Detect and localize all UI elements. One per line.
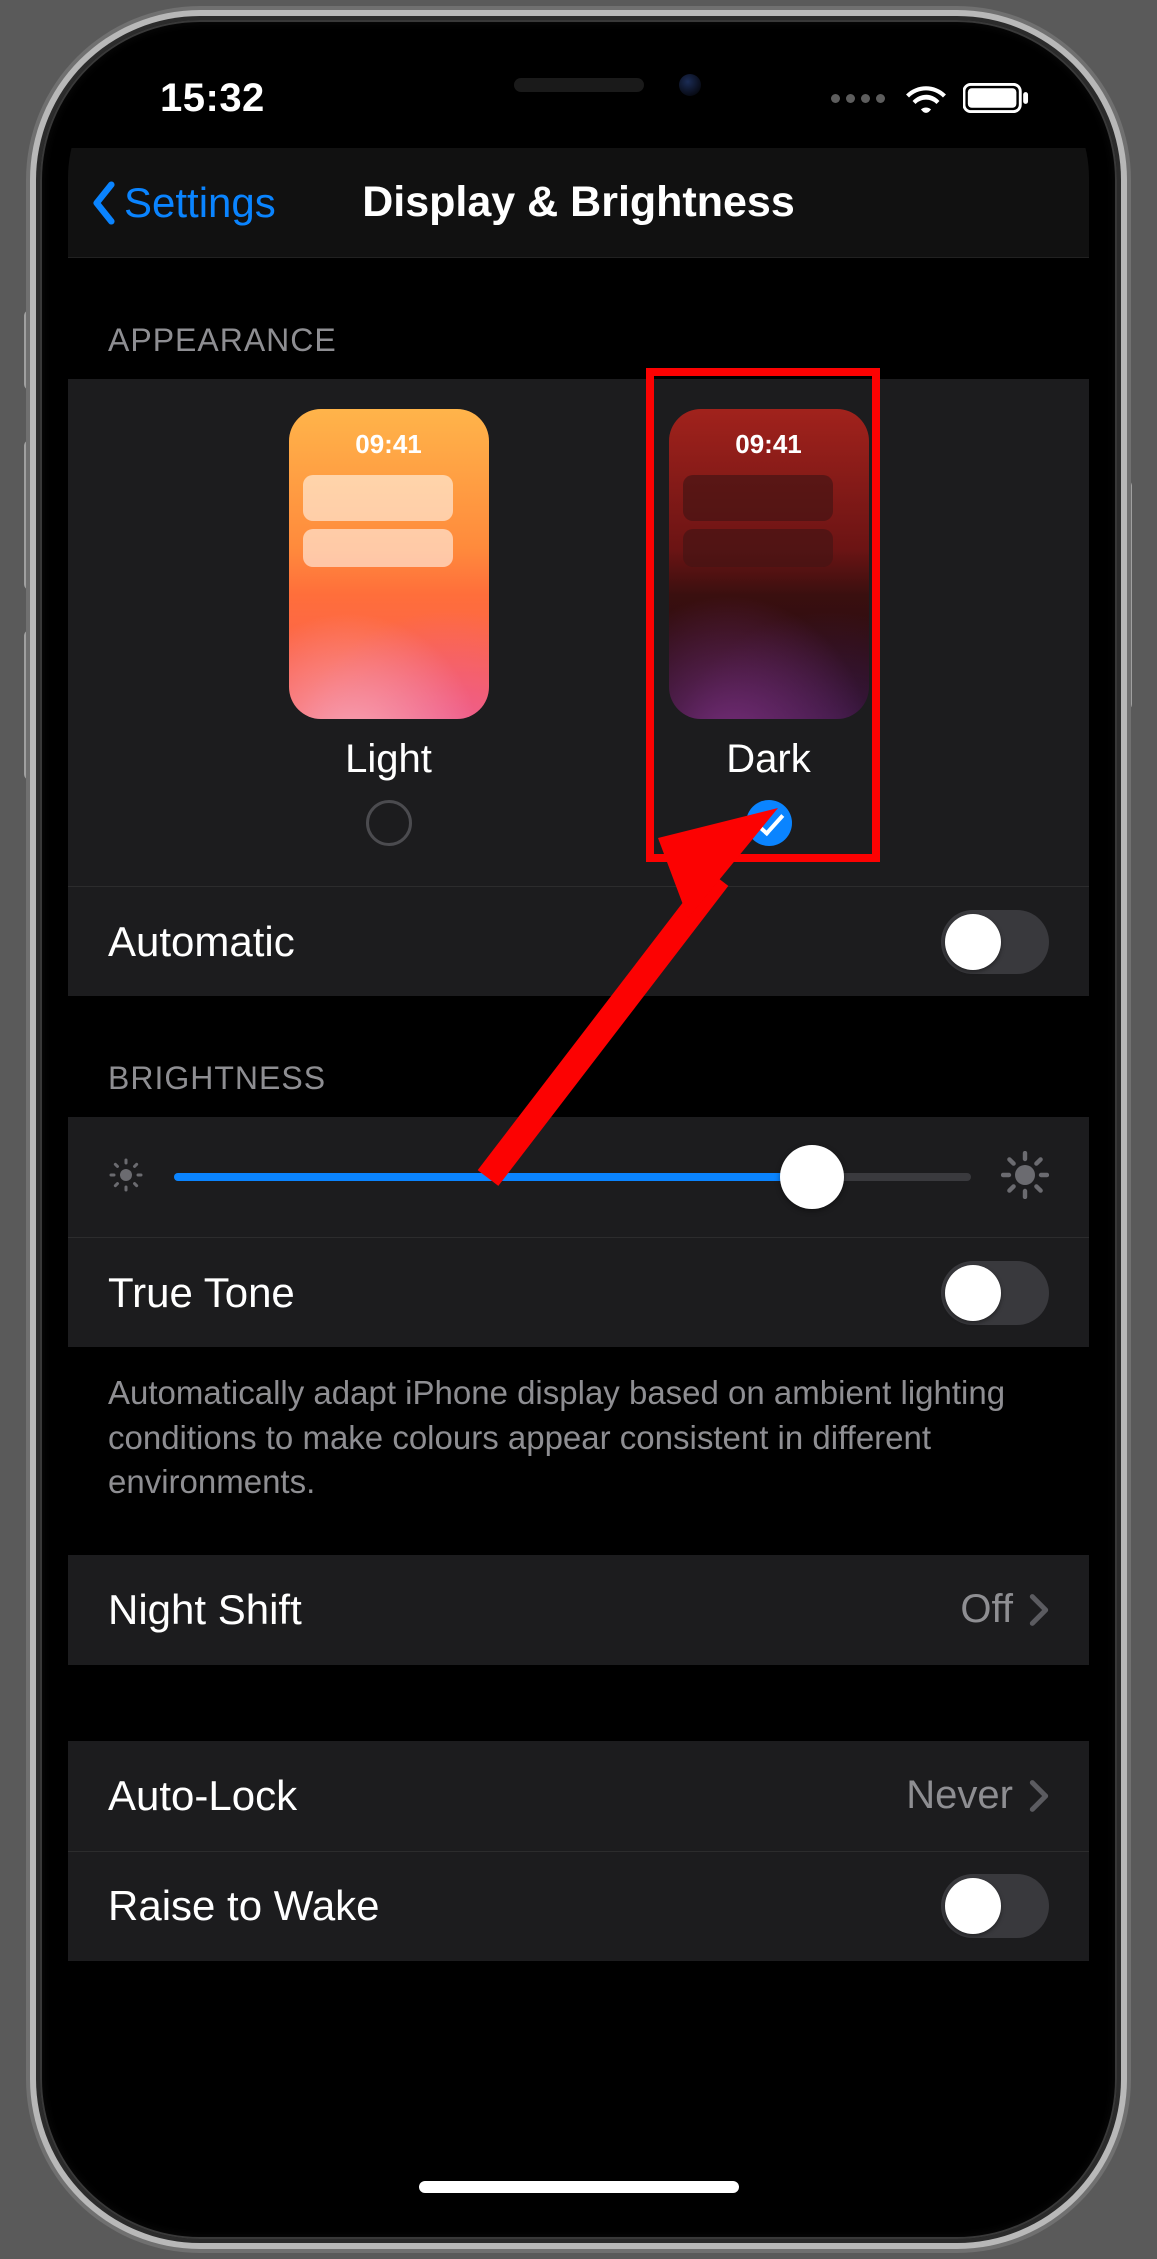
night-shift-cell[interactable]: Night Shift Off [68, 1555, 1089, 1665]
appearance-option-light[interactable]: 09:41 Light [289, 409, 489, 846]
thumbnail-time: 09:41 [355, 429, 422, 460]
speaker [514, 78, 644, 92]
back-button[interactable]: Settings [68, 179, 276, 227]
wifi-icon [905, 82, 947, 114]
automatic-label: Automatic [108, 918, 295, 966]
front-camera [679, 74, 701, 96]
dark-thumbnail: 09:41 [669, 409, 869, 719]
night-shift-label: Night Shift [108, 1586, 302, 1634]
back-label: Settings [124, 179, 276, 227]
phone-frame: 15:32 [40, 20, 1117, 2239]
truetone-cell[interactable]: True Tone [68, 1237, 1089, 1347]
appearance-header: APPEARANCE [68, 258, 1089, 379]
dark-label: Dark [726, 737, 810, 782]
auto-lock-cell[interactable]: Auto-Lock Never [68, 1741, 1089, 1851]
status-time: 15:32 [160, 76, 265, 121]
truetone-toggle[interactable] [941, 1261, 1049, 1325]
page-dots-icon [831, 94, 885, 103]
truetone-footer: Automatically adapt iPhone display based… [68, 1347, 1089, 1545]
brightness-slider-knob[interactable] [780, 1145, 844, 1209]
truetone-label: True Tone [108, 1269, 295, 1317]
raise-to-wake-cell[interactable]: Raise to Wake [68, 1851, 1089, 1961]
volume-down-button [24, 630, 38, 780]
automatic-toggle[interactable] [941, 910, 1049, 974]
sun-high-icon [1001, 1151, 1049, 1204]
light-radio[interactable] [366, 800, 412, 846]
notch [359, 48, 799, 126]
nav-bar: Settings Display & Brightness [68, 148, 1089, 258]
raise-to-wake-toggle[interactable] [941, 1874, 1049, 1938]
brightness-slider-cell [68, 1117, 1089, 1237]
raise-to-wake-label: Raise to Wake [108, 1882, 380, 1930]
thumbnail-time: 09:41 [735, 429, 802, 460]
home-indicator[interactable] [419, 2181, 739, 2193]
dark-radio[interactable] [746, 800, 792, 846]
night-shift-value: Off [960, 1587, 1013, 1632]
chevron-left-icon [88, 181, 120, 225]
light-label: Light [345, 737, 432, 782]
mute-switch [24, 310, 38, 390]
battery-icon [963, 83, 1029, 113]
power-button [1118, 480, 1132, 710]
appearance-card: 09:41 Light 09:41 [68, 379, 1089, 886]
light-thumbnail: 09:41 [289, 409, 489, 719]
page-title: Display & Brightness [362, 178, 795, 227]
auto-lock-value: Never [906, 1773, 1013, 1818]
brightness-slider[interactable] [174, 1173, 971, 1181]
chevron-right-icon [1029, 1593, 1049, 1627]
automatic-cell[interactable]: Automatic [68, 886, 1089, 996]
chevron-right-icon [1029, 1779, 1049, 1813]
auto-lock-label: Auto-Lock [108, 1772, 297, 1820]
sun-low-icon [108, 1157, 144, 1198]
brightness-header: BRIGHTNESS [68, 996, 1089, 1117]
screen: 15:32 [68, 48, 1089, 2211]
volume-up-button [24, 440, 38, 590]
appearance-option-dark[interactable]: 09:41 Dark [669, 409, 869, 846]
